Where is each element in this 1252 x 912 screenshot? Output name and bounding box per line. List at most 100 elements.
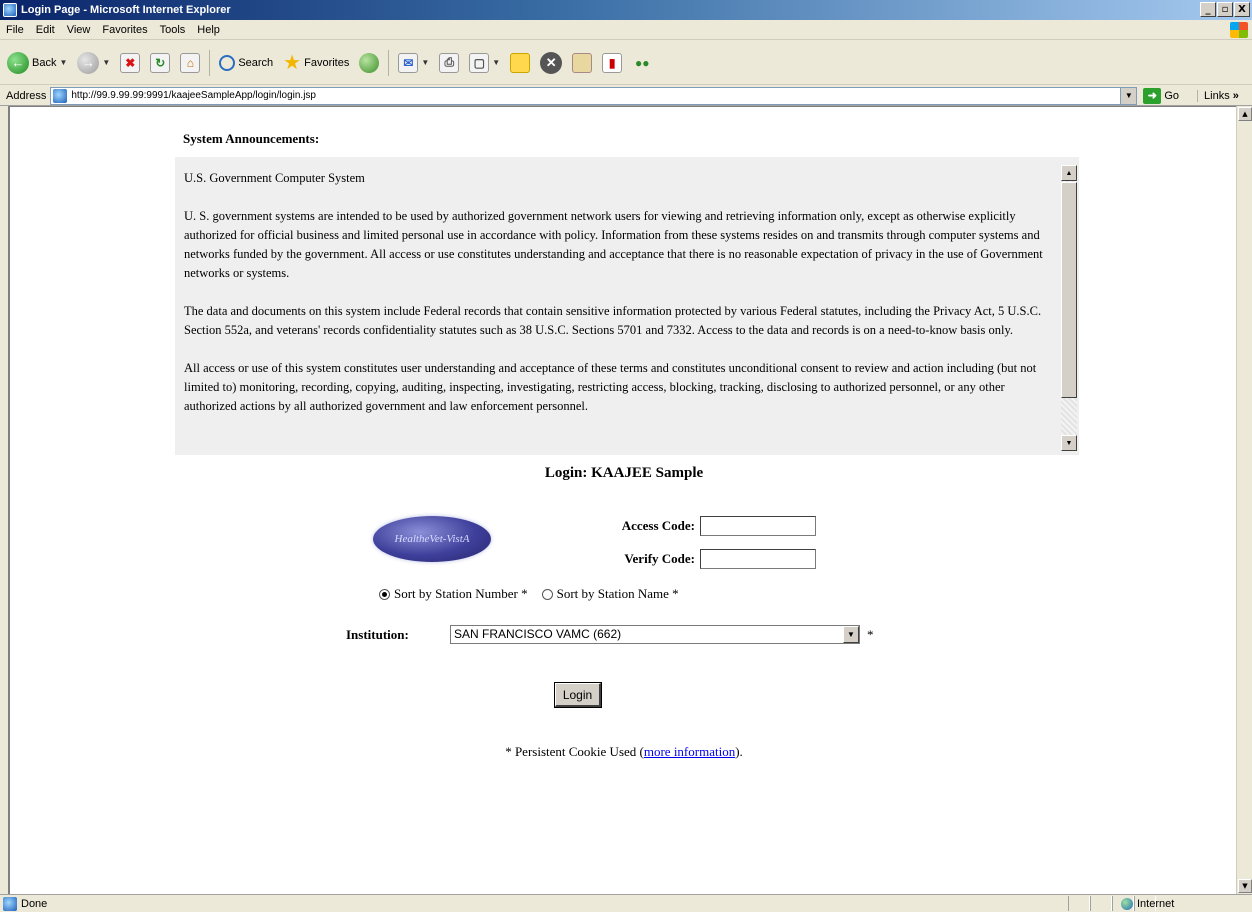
institution-select[interactable]: SAN FRANCISCO VAMC (662) ▼ (450, 625, 860, 644)
refresh-button[interactable]: ↻ (147, 48, 173, 78)
chevron-down-icon[interactable]: ▼ (492, 58, 500, 67)
page-icon (53, 88, 68, 103)
menu-tools[interactable]: Tools (154, 24, 192, 36)
print-icon: ⎙ (439, 52, 460, 73)
status-pane (1068, 896, 1090, 911)
chevron-down-icon[interactable]: ▼ (59, 58, 67, 67)
sort-by-number-label[interactable]: Sort by Station Number * (394, 586, 528, 602)
menu-help[interactable]: Help (191, 24, 226, 36)
star-icon: ★ (283, 51, 302, 74)
links-button[interactable]: Links » (1197, 89, 1239, 102)
cookie-suffix: ). (735, 744, 743, 759)
sort-options: Sort by Station Number * Sort by Station… (379, 586, 679, 602)
institution-value: SAN FRANCISCO VAMC (662) (454, 627, 622, 641)
x-circle-icon: ✕ (540, 51, 563, 74)
menu-favorites[interactable]: Favorites (96, 24, 153, 36)
mail-icon: ✉ (398, 52, 419, 73)
login-title: Login: KAAJEE Sample (544, 465, 704, 481)
page-scrollbar[interactable]: ▲ ▼ (1236, 106, 1252, 894)
pdf-button[interactable]: ▮ (599, 48, 625, 78)
edit-button[interactable]: ▢ ▼ (466, 48, 503, 78)
address-url: http://99.9.99.99:9991/kaajeeSampleApp/l… (71, 90, 316, 101)
address-bar: Address http://99.9.99.99:9991/kaajeeSam… (0, 86, 1252, 106)
search-button[interactable]: Search (216, 48, 276, 78)
forward-button[interactable]: → ▼ (74, 48, 113, 78)
back-button[interactable]: ← Back ▼ (4, 48, 70, 78)
scroll-thumb[interactable] (1061, 182, 1077, 398)
status-pane (1090, 896, 1112, 911)
edit-icon: ▢ (469, 52, 490, 73)
scroll-up-icon[interactable]: ▲ (1061, 165, 1077, 181)
messenger-button[interactable]: ●● (629, 48, 655, 78)
status-bar: Done Internet (0, 894, 1252, 912)
scroll-down-icon[interactable]: ▼ (1061, 435, 1077, 451)
chevron-down-icon[interactable]: ▼ (1120, 87, 1137, 104)
books-icon (572, 52, 593, 73)
go-label: Go (1164, 89, 1180, 102)
announcements-text: U.S. Government Computer System U. S. go… (184, 169, 1054, 435)
stop-button[interactable]: ✖ (117, 48, 143, 78)
sort-by-name-radio[interactable] (541, 588, 553, 600)
access-code-input[interactable] (700, 516, 816, 536)
ie-icon (3, 3, 17, 17)
logo-text: HealtheVet-VistA (394, 533, 470, 545)
security-zone: Internet (1112, 896, 1252, 911)
zone-label: Internet (1137, 897, 1175, 910)
status-text: Done (21, 897, 48, 910)
address-label: Address (6, 89, 47, 102)
print-button[interactable]: ⎙ (436, 48, 462, 78)
close-button[interactable]: X (1234, 2, 1250, 17)
folder-button[interactable] (507, 48, 533, 78)
scroll-down-icon[interactable]: ▼ (1238, 879, 1252, 893)
chevron-down-icon[interactable]: ▼ (421, 58, 429, 67)
messenger-icon: ●● (634, 55, 650, 70)
chevron-down-icon[interactable]: ▼ (102, 58, 110, 67)
toolbar: ← Back ▼ → ▼ ✖ ↻ ⌂ Search ★ Favorites ✉ … (0, 41, 1252, 85)
more-information-link[interactable]: more information (644, 744, 735, 759)
home-icon: ⌂ (180, 52, 201, 73)
close-page-button[interactable]: ✕ (537, 48, 565, 78)
windows-logo-icon (1230, 22, 1248, 38)
back-arrow-icon: ← (7, 51, 29, 74)
home-button[interactable]: ⌂ (177, 48, 203, 78)
login-button[interactable]: Login (554, 682, 602, 708)
cookie-note: * Persistent Cookie Used (more informati… (10, 744, 1238, 760)
access-code-label: Access Code: (621, 518, 695, 533)
toolbar-separator (388, 49, 390, 76)
announcements-scrollbar[interactable]: ▲ ▼ (1061, 165, 1077, 451)
chevron-down-icon[interactable]: ▼ (843, 626, 859, 643)
announcements-heading: System Announcements: (183, 131, 320, 146)
go-button[interactable]: ➜ Go (1143, 87, 1180, 104)
page-done-icon (3, 896, 17, 911)
folder-icon (510, 52, 531, 73)
maximize-button[interactable]: ▫ (1217, 2, 1233, 17)
forward-arrow-icon: → (77, 51, 100, 74)
research-button[interactable] (569, 48, 595, 78)
refresh-icon: ↻ (150, 52, 171, 73)
announcements-box: U.S. Government Computer System U. S. go… (175, 157, 1079, 455)
favorites-button[interactable]: ★ Favorites (280, 48, 352, 78)
search-icon (219, 54, 236, 71)
stop-icon: ✖ (120, 52, 141, 73)
verify-code-input[interactable] (700, 549, 816, 569)
menu-edit[interactable]: Edit (30, 24, 61, 36)
back-label: Back (32, 56, 57, 69)
menu-file[interactable]: File (0, 24, 30, 36)
healthevet-logo: HealtheVet-VistA (373, 516, 491, 562)
history-button[interactable] (356, 48, 382, 78)
menu-view[interactable]: View (61, 24, 97, 36)
mail-button[interactable]: ✉ ▼ (395, 48, 432, 78)
required-marker: * (867, 627, 874, 642)
verify-code-label: Verify Code: (624, 551, 695, 566)
announcement-paragraph: The data and documents on this system in… (184, 304, 1042, 337)
title-bar: Login Page - Microsoft Internet Explorer… (0, 0, 1252, 20)
address-input[interactable]: http://99.9.99.99:9991/kaajeeSampleApp/l… (50, 86, 1138, 105)
minimize-button[interactable]: _ (1200, 2, 1216, 17)
announcement-paragraph: U. S. government systems are intended to… (184, 209, 1043, 280)
sort-by-number-radio[interactable] (379, 588, 390, 600)
sort-by-name-label[interactable]: Sort by Station Name * (557, 586, 679, 602)
cookie-prefix: * Persistent Cookie Used ( (505, 744, 644, 759)
scroll-up-icon[interactable]: ▲ (1238, 107, 1252, 121)
announcement-paragraph: All access or use of this system constit… (184, 361, 1037, 413)
history-icon (359, 52, 380, 73)
